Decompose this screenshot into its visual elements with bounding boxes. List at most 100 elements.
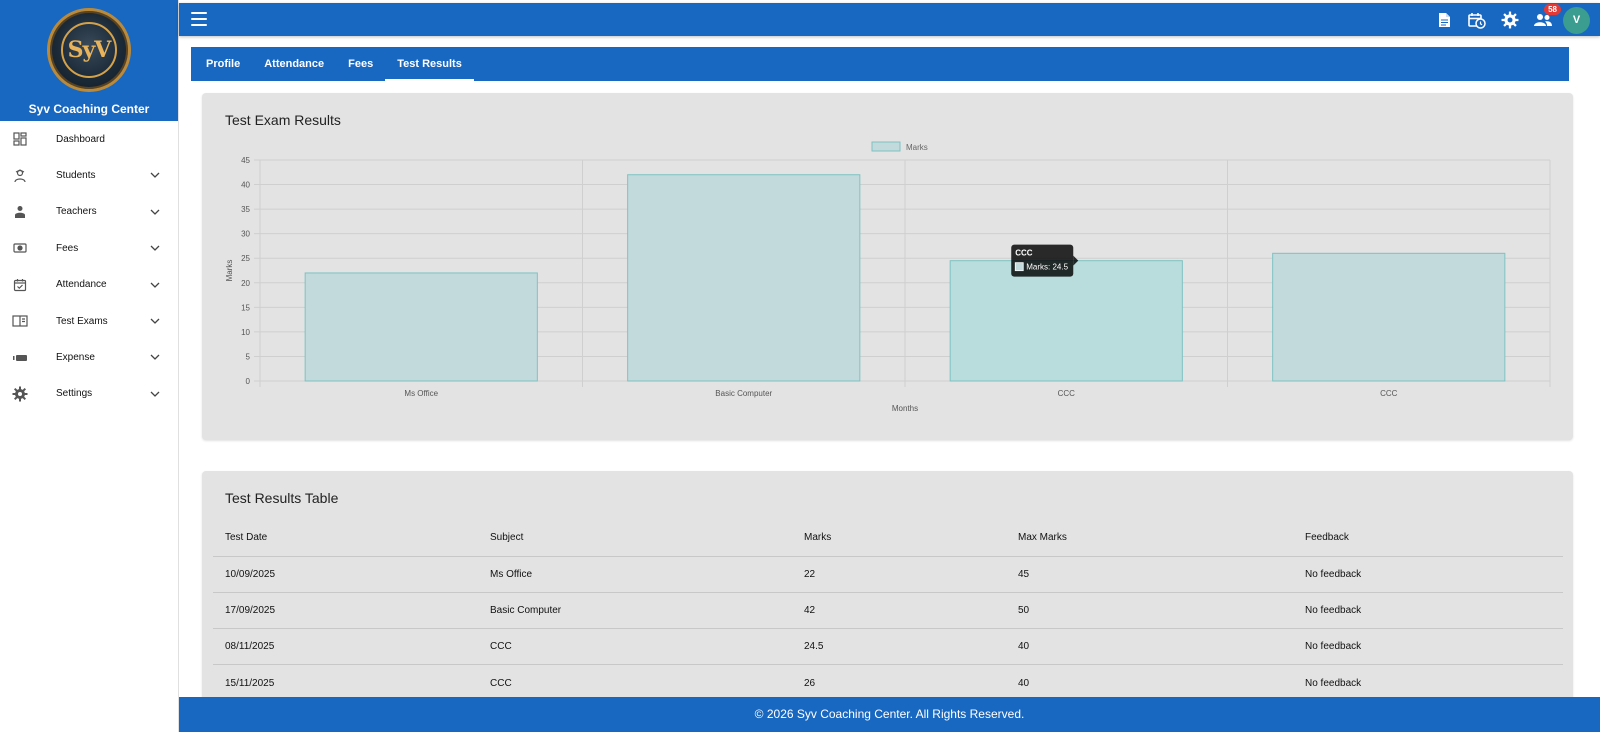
table-title: Test Results Table bbox=[225, 490, 339, 506]
cell-max-marks: 50 bbox=[1006, 592, 1293, 630]
cell-max-marks: 45 bbox=[1006, 556, 1293, 593]
sidebar-item-label: Teachers bbox=[56, 206, 97, 218]
y-tick-label: 25 bbox=[241, 254, 250, 263]
sidebar-nav: Dashboard Students Teachers Fees Attenda… bbox=[0, 121, 178, 412]
cash-icon bbox=[12, 240, 28, 256]
chart-card: Test Exam Results 0 5 10 15 20 25 30 35 40 45 Ms O… bbox=[202, 93, 1573, 440]
column-header[interactable]: Marks bbox=[792, 519, 1006, 557]
table-row[interactable]: 08/11/2025 CCC 24.5 40 No feedback bbox=[213, 628, 1563, 666]
x-tick-label: Basic Computer bbox=[715, 389, 772, 398]
sidebar-item-students[interactable]: Students bbox=[0, 157, 178, 193]
chart-bar bbox=[304, 272, 538, 382]
top-app-bar: 58 V bbox=[179, 3, 1600, 36]
table-row[interactable]: 17/09/2025 Basic Computer 42 50 No feedb… bbox=[213, 592, 1563, 630]
gear-icon bbox=[12, 386, 28, 402]
logo[interactable]: SyV bbox=[47, 8, 131, 92]
tooltip-title: CCC bbox=[1015, 249, 1033, 258]
logo-text: SyV bbox=[61, 22, 117, 78]
y-tick-label: 45 bbox=[241, 156, 250, 165]
cell-test-date: 17/09/2025 bbox=[213, 592, 478, 630]
cell-subject: Basic Computer bbox=[478, 592, 792, 630]
tab-fees[interactable]: Fees bbox=[336, 47, 385, 81]
cell-feedback: No feedback bbox=[1293, 556, 1563, 593]
cell-marks: 22 bbox=[792, 556, 1006, 593]
sidebar-item-label: Test Exams bbox=[56, 315, 108, 327]
table-card: Test Results Table Test Date Subject Mar… bbox=[202, 471, 1573, 701]
cell-subject: CCC bbox=[478, 664, 792, 701]
column-header[interactable]: Test Date bbox=[213, 519, 478, 557]
x-tick-label: CCC bbox=[1380, 389, 1398, 398]
table-row[interactable]: 15/11/2025 CCC 26 40 No feedback bbox=[213, 664, 1563, 701]
legend-label: Marks bbox=[906, 143, 928, 152]
sidebar-item-expense[interactable]: Expense bbox=[0, 339, 178, 375]
calendar-clock-icon[interactable] bbox=[1460, 7, 1493, 33]
cell-subject: CCC bbox=[478, 628, 792, 666]
brand-name: Syv Coaching Center bbox=[28, 102, 150, 116]
avatar[interactable]: V bbox=[1563, 6, 1590, 34]
sidebar-item-teachers[interactable]: Teachers bbox=[0, 194, 178, 230]
sidebar-item-fees[interactable]: Fees bbox=[0, 230, 178, 266]
sidebar-item-label: Attendance bbox=[56, 279, 107, 291]
cell-feedback: No feedback bbox=[1293, 592, 1563, 630]
chevron-down-icon bbox=[148, 278, 162, 292]
chart-bar bbox=[1272, 252, 1506, 382]
top-actions: 58 V bbox=[1427, 4, 1590, 34]
tooltip-swatch bbox=[1014, 262, 1024, 272]
sidebar-item-test-exams[interactable]: Test Exams bbox=[0, 303, 178, 339]
cell-max-marks: 40 bbox=[1006, 664, 1293, 701]
table-row[interactable]: 10/09/2025 Ms Office 22 45 No feedback bbox=[213, 556, 1563, 593]
profile-tabs: Profile Attendance Fees Test Results bbox=[191, 47, 1569, 81]
y-tick-label: 15 bbox=[241, 303, 250, 312]
menu-icon[interactable] bbox=[191, 12, 207, 26]
teacher-icon bbox=[12, 204, 28, 220]
sidebar-item-attendance[interactable]: Attendance bbox=[0, 267, 178, 303]
bar-chart: 0 5 10 15 20 25 30 35 40 45 Ms Office Basic Compute… bbox=[225, 141, 1551, 413]
y-tick-label: 5 bbox=[246, 352, 251, 361]
dashboard-icon bbox=[12, 131, 28, 147]
table-header-row: Test Date Subject Marks Max Marks Feedba… bbox=[213, 519, 1563, 557]
users-notification-icon[interactable]: 58 bbox=[1526, 4, 1561, 33]
cell-feedback: No feedback bbox=[1293, 664, 1563, 701]
sidebar-item-settings[interactable]: Settings bbox=[0, 376, 178, 412]
sidebar-item-label: Fees bbox=[56, 242, 79, 254]
notification-badge: 58 bbox=[1544, 4, 1561, 15]
column-header[interactable]: Subject bbox=[478, 519, 792, 557]
tab-test-results[interactable]: Test Results bbox=[385, 47, 474, 81]
results-table: Test Date Subject Marks Max Marks Feedba… bbox=[213, 519, 1563, 701]
chevron-down-icon bbox=[148, 350, 162, 364]
calendar-check-icon bbox=[12, 277, 28, 293]
chevron-down-icon bbox=[148, 168, 162, 182]
sidebar-item-label: Expense bbox=[56, 352, 95, 364]
chevron-down-icon bbox=[148, 387, 162, 401]
brand-header: SyV Syv Coaching Center bbox=[0, 0, 178, 121]
tooltip-label: Marks: 24.5 bbox=[1026, 263, 1068, 272]
tab-profile[interactable]: Profile bbox=[194, 47, 252, 81]
x-tick-label: CCC bbox=[1058, 389, 1076, 398]
student-icon bbox=[12, 168, 28, 184]
sidebar-item-label: Students bbox=[56, 170, 96, 182]
x-tick-label: Ms Office bbox=[404, 389, 438, 398]
sidebar: SyV Syv Coaching Center Dashboard Studen… bbox=[0, 0, 179, 732]
chevron-down-icon bbox=[148, 205, 162, 219]
column-header[interactable]: Feedback bbox=[1293, 519, 1563, 557]
y-tick-label: 30 bbox=[241, 230, 250, 239]
cell-test-date: 15/11/2025 bbox=[213, 664, 478, 701]
chevron-down-icon bbox=[148, 241, 162, 255]
document-icon[interactable] bbox=[1427, 7, 1460, 33]
sidebar-item-dashboard[interactable]: Dashboard bbox=[0, 121, 178, 157]
y-tick-label: 40 bbox=[241, 181, 250, 190]
wallet-icon bbox=[12, 350, 28, 366]
cell-subject: Ms Office bbox=[478, 556, 792, 593]
tab-attendance[interactable]: Attendance bbox=[252, 47, 336, 81]
gear-icon[interactable] bbox=[1493, 7, 1526, 33]
chart-bar bbox=[949, 260, 1183, 382]
sidebar-item-label: Settings bbox=[56, 388, 93, 400]
chevron-down-icon bbox=[148, 314, 162, 328]
cell-test-date: 10/09/2025 bbox=[213, 556, 478, 593]
book-icon bbox=[12, 313, 28, 329]
column-header[interactable]: Max Marks bbox=[1006, 519, 1293, 557]
cell-max-marks: 40 bbox=[1006, 628, 1293, 666]
y-tick-label: 20 bbox=[241, 279, 250, 288]
cell-marks: 26 bbox=[792, 664, 1006, 701]
cell-marks: 24.5 bbox=[792, 628, 1006, 666]
